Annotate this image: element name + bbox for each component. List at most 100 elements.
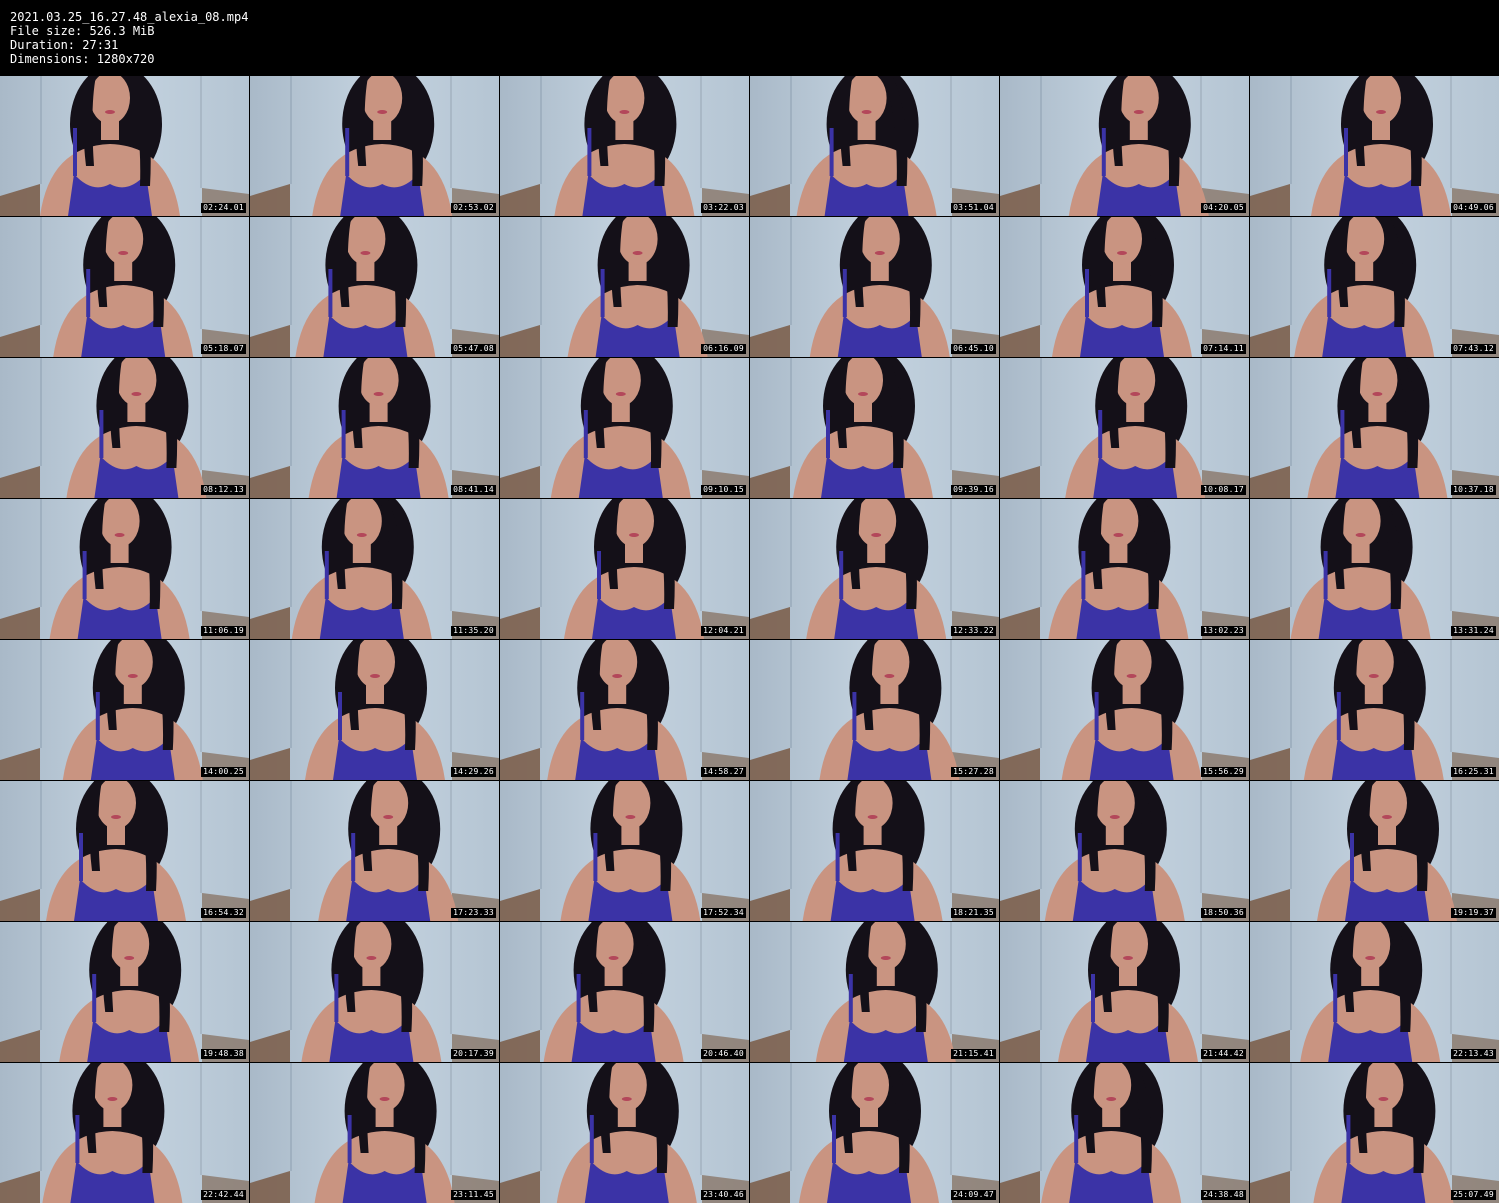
video-thumbnail: 19:19.37	[1250, 781, 1499, 921]
video-thumbnail: 02:24.01	[0, 76, 249, 216]
video-thumbnail: 18:21.35	[750, 781, 999, 921]
video-thumbnail: 02:53.02	[250, 76, 499, 216]
video-thumbnail: 23:40.46	[500, 1063, 749, 1203]
frame-timestamp: 15:27.28	[951, 767, 996, 777]
filename-text: 2021.03.25_16.27.48_alexia_08.mp4	[10, 10, 249, 24]
video-thumbnail: 16:54.32	[0, 781, 249, 921]
frame-timestamp: 03:51.04	[951, 203, 996, 213]
frame-timestamp: 12:04.21	[701, 626, 746, 636]
duration-text: Duration: 27:31	[10, 38, 119, 52]
frame-image	[250, 922, 499, 1062]
frame-timestamp: 06:45.10	[951, 344, 996, 354]
frame-timestamp: 02:24.01	[201, 203, 246, 213]
frame-timestamp: 08:12.13	[201, 485, 246, 495]
frame-image	[1000, 640, 1249, 780]
frame-image	[1250, 640, 1499, 780]
frame-image	[1250, 499, 1499, 639]
video-thumbnail: 03:51.04	[750, 76, 999, 216]
video-thumbnail: 05:47.08	[250, 217, 499, 357]
video-thumbnail: 21:15.41	[750, 922, 999, 1062]
video-thumbnail: 06:45.10	[750, 217, 999, 357]
frame-timestamp: 09:39.16	[951, 485, 996, 495]
frame-timestamp: 13:02.23	[1201, 626, 1246, 636]
video-thumbnail: 14:29.26	[250, 640, 499, 780]
frame-image	[1250, 1063, 1499, 1203]
frame-image	[1000, 499, 1249, 639]
video-thumbnail: 10:08.17	[1000, 358, 1249, 498]
video-thumbnail: 12:33.22	[750, 499, 999, 639]
video-thumbnail: 23:11.45	[250, 1063, 499, 1203]
frame-image	[500, 640, 749, 780]
video-thumbnail: 20:17.39	[250, 922, 499, 1062]
frame-image	[0, 358, 249, 498]
frame-timestamp: 18:50.36	[1201, 908, 1246, 918]
frame-timestamp: 19:48.38	[201, 1049, 246, 1059]
video-thumbnail: 04:49.06	[1250, 76, 1499, 216]
frame-image	[250, 358, 499, 498]
frame-timestamp: 12:33.22	[951, 626, 996, 636]
frame-timestamp: 05:47.08	[451, 344, 496, 354]
frame-timestamp: 07:14.11	[1201, 344, 1246, 354]
frame-image	[500, 922, 749, 1062]
video-thumbnail: 15:56.29	[1000, 640, 1249, 780]
frame-image	[1250, 217, 1499, 357]
file-info-header: 2021.03.25_16.27.48_alexia_08.mp4 File si…	[10, 10, 248, 66]
frame-image	[500, 76, 749, 216]
frame-image	[0, 499, 249, 639]
frame-image	[1000, 358, 1249, 498]
video-thumbnail: 24:09.47	[750, 1063, 999, 1203]
video-thumbnail: 13:31.24	[1250, 499, 1499, 639]
frame-timestamp: 19:19.37	[1451, 908, 1496, 918]
frame-image	[750, 922, 999, 1062]
video-thumbnail: 18:50.36	[1000, 781, 1249, 921]
frame-image	[500, 358, 749, 498]
frame-timestamp: 11:06.19	[201, 626, 246, 636]
frame-timestamp: 06:16.09	[701, 344, 746, 354]
frame-timestamp: 08:41.14	[451, 485, 496, 495]
frame-image	[1250, 922, 1499, 1062]
frame-timestamp: 25:07.49	[1451, 1190, 1496, 1200]
frame-image	[750, 640, 999, 780]
frame-image	[500, 499, 749, 639]
frame-image	[1250, 358, 1499, 498]
frame-timestamp: 18:21.35	[951, 908, 996, 918]
frame-image	[0, 217, 249, 357]
frame-image	[1000, 217, 1249, 357]
frame-timestamp: 23:40.46	[701, 1190, 746, 1200]
frame-timestamp: 16:54.32	[201, 908, 246, 918]
frame-timestamp: 09:10.15	[701, 485, 746, 495]
video-thumbnail: 13:02.23	[1000, 499, 1249, 639]
video-thumbnail: 22:42.44	[0, 1063, 249, 1203]
video-thumbnail: 10:37.18	[1250, 358, 1499, 498]
dimensions-text: Dimensions: 1280x720	[10, 52, 155, 66]
video-thumbnail: 17:23.33	[250, 781, 499, 921]
frame-timestamp: 20:46.40	[701, 1049, 746, 1059]
frame-timestamp: 20:17.39	[451, 1049, 496, 1059]
frame-image	[750, 358, 999, 498]
frame-image	[1000, 922, 1249, 1062]
video-thumbnail: 04:20.05	[1000, 76, 1249, 216]
frame-image	[1000, 76, 1249, 216]
video-thumbnail: 05:18.07	[0, 217, 249, 357]
frame-image	[1000, 1063, 1249, 1203]
frame-image	[250, 640, 499, 780]
video-thumbnail: 19:48.38	[0, 922, 249, 1062]
frame-image	[250, 1063, 499, 1203]
video-thumbnail: 11:06.19	[0, 499, 249, 639]
video-thumbnail: 14:58.27	[500, 640, 749, 780]
video-thumbnail: 15:27.28	[750, 640, 999, 780]
video-thumbnail: 14:00.25	[0, 640, 249, 780]
frame-timestamp: 10:37.18	[1451, 485, 1496, 495]
frame-timestamp: 14:58.27	[701, 767, 746, 777]
frame-image	[250, 499, 499, 639]
frame-image	[250, 76, 499, 216]
frame-image	[750, 781, 999, 921]
frame-image	[500, 217, 749, 357]
file-size-text: File size: 526.3 MiB	[10, 24, 155, 38]
frame-timestamp: 17:52.34	[701, 908, 746, 918]
frame-image	[500, 781, 749, 921]
frame-image	[750, 499, 999, 639]
frame-image	[1000, 781, 1249, 921]
frame-timestamp: 07:43.12	[1451, 344, 1496, 354]
frame-image	[750, 76, 999, 216]
